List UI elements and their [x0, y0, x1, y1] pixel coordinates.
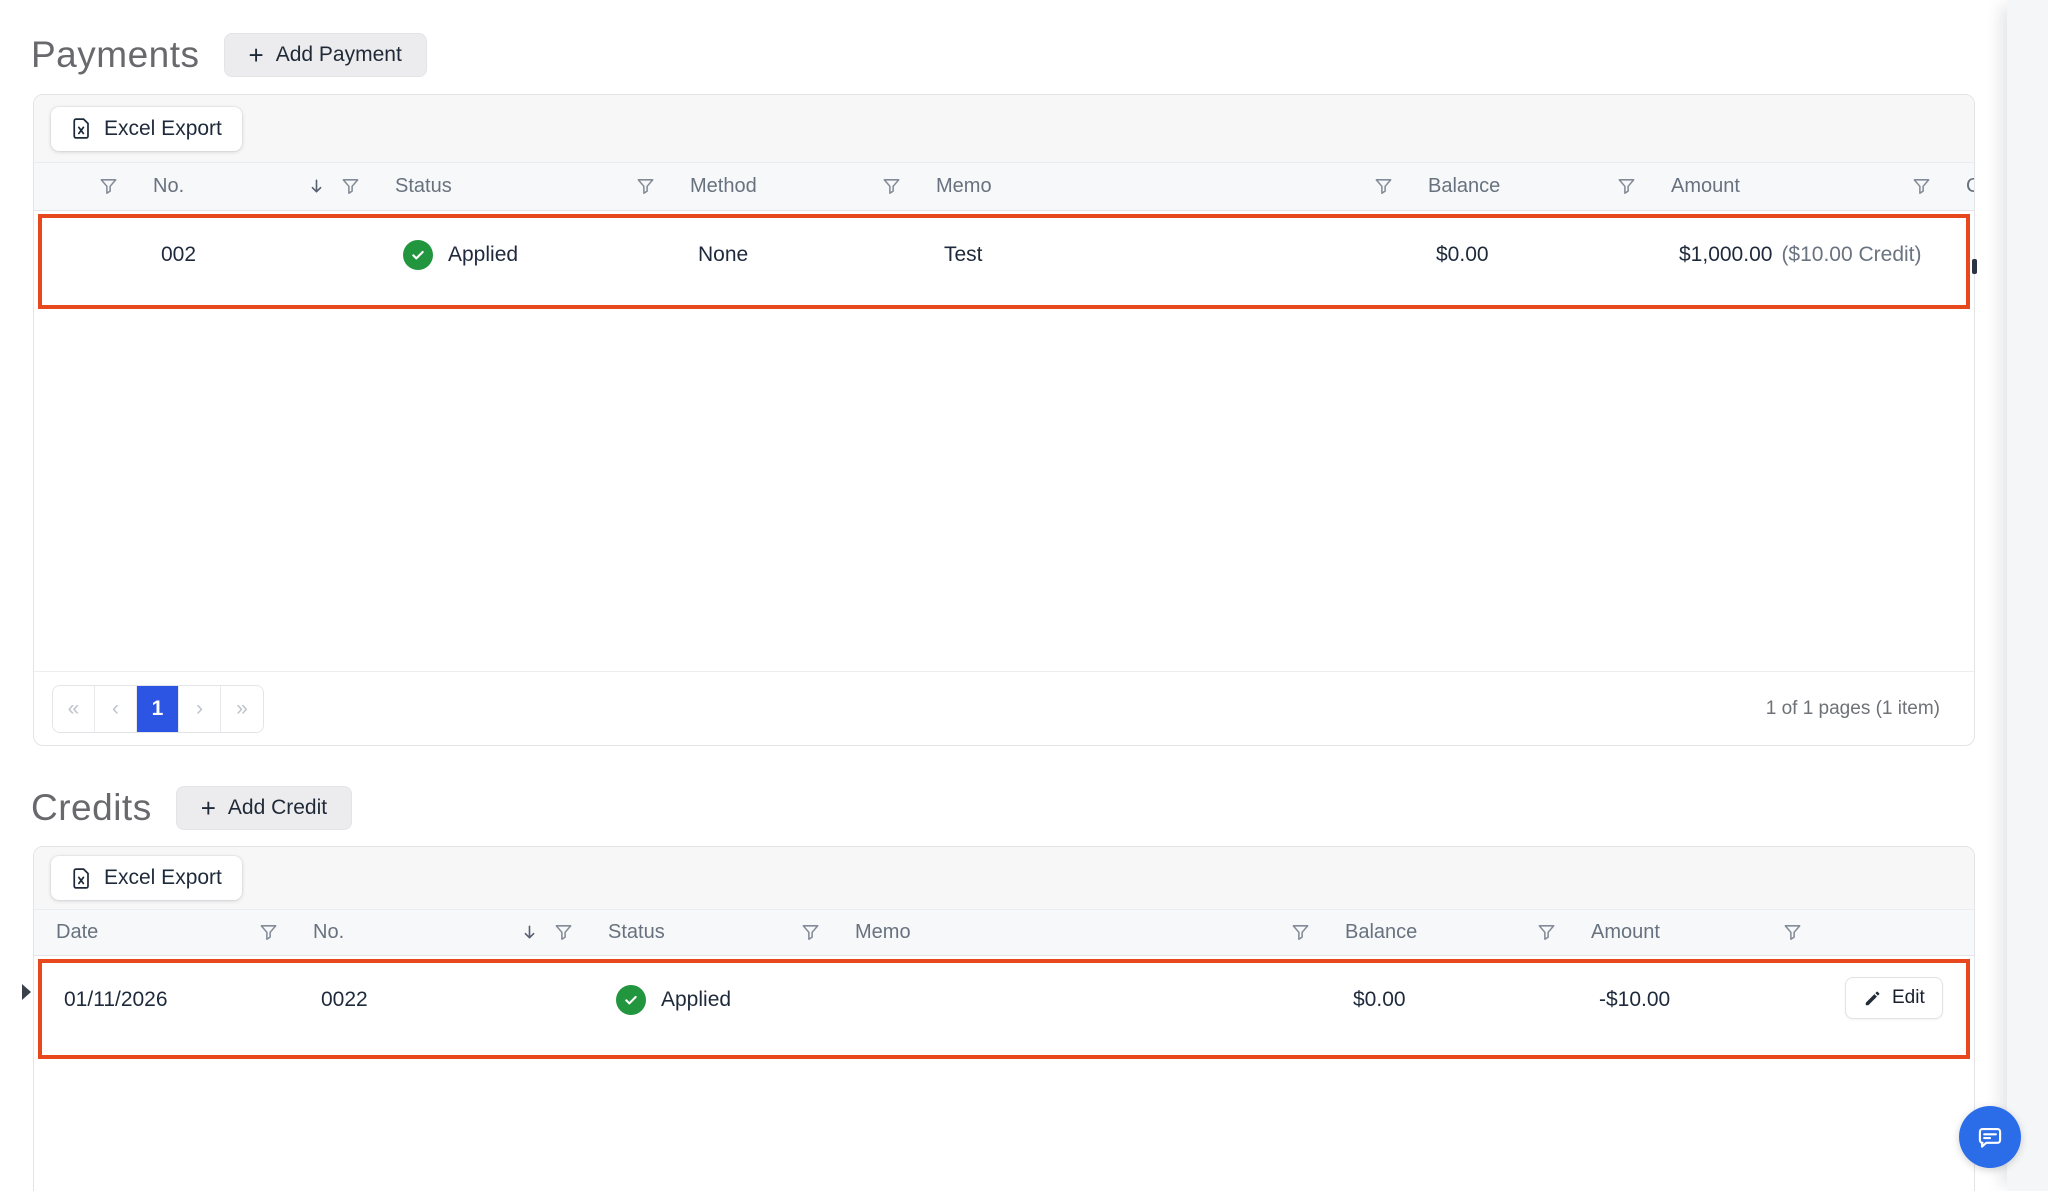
- column-header-status[interactable]: Status: [373, 163, 668, 210]
- payment-cell-memo: Test: [944, 243, 983, 266]
- payment-cell-no: 002: [161, 243, 197, 266]
- filter-icon[interactable]: [553, 922, 574, 943]
- column-header-no[interactable]: No.: [291, 910, 586, 955]
- filter-icon[interactable]: [635, 176, 656, 197]
- credit-cell-amount: -$10.00: [1599, 988, 1671, 1011]
- pencil-icon: [1865, 991, 1880, 1005]
- filter-icon[interactable]: [1373, 176, 1394, 197]
- chat-bubble-icon: [1978, 1127, 2002, 1148]
- add-payment-button[interactable]: + Add Payment: [223, 33, 427, 77]
- excel-file-icon: [73, 867, 89, 889]
- payment-cell-amount: $1,000.00 ($10.00 Credit): [1657, 218, 1952, 305]
- row-focus-caret-icon: [22, 984, 31, 1000]
- excel-export-button[interactable]: Excel Export: [51, 106, 242, 151]
- sort-desc-icon: [311, 179, 322, 193]
- chat-fab-button[interactable]: [1959, 1106, 2021, 1168]
- credits-grid-toolbar: Excel Export: [34, 847, 1974, 910]
- payments-title: Payments: [31, 34, 200, 75]
- excel-export-label: Excel Export: [104, 866, 222, 889]
- pager-page-1-button[interactable]: 1: [137, 685, 179, 732]
- pager-prev-button[interactable]: ‹: [95, 685, 137, 732]
- column-header-date[interactable]: Date: [34, 910, 291, 955]
- payment-cell-balance: $0.00: [1436, 243, 1489, 266]
- credit-cell-balance: $0.00: [1353, 988, 1406, 1011]
- filter-icon[interactable]: [1911, 176, 1932, 197]
- add-credit-label: Add Credit: [227, 796, 328, 819]
- column-header-memo[interactable]: Memo: [914, 163, 1406, 210]
- edit-button[interactable]: Edit: [1845, 977, 1943, 1019]
- payment-row[interactable]: 002 Applied None Test $0.00 $1,000.00 ($1…: [38, 214, 1970, 309]
- credit-cell-status: Applied: [594, 963, 841, 1055]
- pager-next-button[interactable]: ›: [179, 685, 221, 732]
- column-header-clipped[interactable]: C: [1944, 163, 1974, 210]
- column-header-balance[interactable]: Balance: [1323, 910, 1569, 955]
- payments-credits-page: Payments + Add Payment Excel Export No. …: [0, 0, 2048, 1191]
- add-credit-button[interactable]: + Add Credit: [175, 786, 353, 830]
- credits-title: Credits: [31, 787, 152, 828]
- check-circle-icon: [616, 985, 646, 1015]
- payment-cell-status: Applied: [381, 218, 676, 305]
- payment-amount-note: ($10.00 Credit): [1781, 243, 1922, 266]
- column-header-no[interactable]: No.: [131, 163, 373, 210]
- filter-icon[interactable]: [1782, 922, 1803, 943]
- clipped-edit-button-fragment: [1972, 259, 1977, 274]
- payments-pager-bar: « ‹ 1 › » 1 of 1 pages (1 item): [34, 671, 1974, 745]
- sort-desc-icon: [524, 925, 535, 939]
- excel-file-icon: [73, 118, 89, 139]
- payments-grid-header: No. Status Method Memo Balance Amount: [34, 163, 1974, 211]
- column-header-memo[interactable]: Memo: [833, 910, 1323, 955]
- payment-status-label: Applied: [448, 243, 519, 266]
- payments-grid-panel: Excel Export No. Status Method Memo Bala…: [33, 94, 1975, 746]
- plus-icon: +: [248, 40, 264, 70]
- credit-cell-commands: Edit: [1823, 963, 1966, 1055]
- pager-first-button[interactable]: «: [53, 685, 95, 732]
- payment-cell-indicator: [42, 218, 139, 305]
- column-header-commands: [1815, 910, 1974, 955]
- filter-icon[interactable]: [1290, 922, 1311, 943]
- column-header-method[interactable]: Method: [668, 163, 914, 210]
- filter-icon[interactable]: [1616, 176, 1637, 197]
- column-header-status[interactable]: Status: [586, 910, 833, 955]
- credits-section-header: Credits + Add Credit: [31, 786, 353, 830]
- pager-info: 1 of 1 pages (1 item): [1765, 697, 1940, 719]
- column-header-balance[interactable]: Balance: [1406, 163, 1649, 210]
- payment-amount-value: $1,000.00: [1679, 243, 1773, 266]
- credit-row[interactable]: 01/11/2026 0022 Applied $0.00 -$10.00 Ed…: [38, 959, 1970, 1059]
- excel-export-button[interactable]: Excel Export: [51, 856, 242, 900]
- payment-cell-method: None: [698, 243, 749, 266]
- filter-icon[interactable]: [98, 176, 119, 197]
- side-panel-edge: [2007, 0, 2048, 1191]
- payments-section-header: Payments + Add Payment: [31, 33, 427, 77]
- plus-icon: +: [200, 793, 216, 823]
- credits-grid-panel: Excel Export Date No. Status Memo Balanc…: [33, 846, 1975, 1191]
- credit-cell-memo: [841, 963, 1331, 1055]
- column-header-amount[interactable]: Amount: [1569, 910, 1815, 955]
- payments-grid-toolbar: Excel Export: [34, 95, 1974, 163]
- filter-icon[interactable]: [1536, 922, 1557, 943]
- pager-last-button[interactable]: »: [221, 685, 263, 732]
- filter-icon[interactable]: [258, 922, 279, 943]
- add-payment-label: Add Payment: [275, 43, 402, 66]
- edit-button-label: Edit: [1892, 987, 1925, 1008]
- credit-cell-no: 0022: [321, 988, 368, 1011]
- filter-icon[interactable]: [800, 922, 821, 943]
- credits-grid-header: Date No. Status Memo Balance Amount: [34, 910, 1974, 956]
- filter-icon[interactable]: [881, 176, 902, 197]
- credit-status-label: Applied: [661, 988, 732, 1011]
- filter-icon[interactable]: [340, 176, 361, 197]
- check-circle-icon: [403, 240, 433, 270]
- pager: « ‹ 1 › »: [52, 684, 264, 733]
- column-header-amount[interactable]: Amount: [1649, 163, 1944, 210]
- column-header-indicator[interactable]: [34, 163, 131, 210]
- excel-export-label: Excel Export: [104, 116, 222, 140]
- credit-cell-date: 01/11/2026: [64, 988, 168, 1011]
